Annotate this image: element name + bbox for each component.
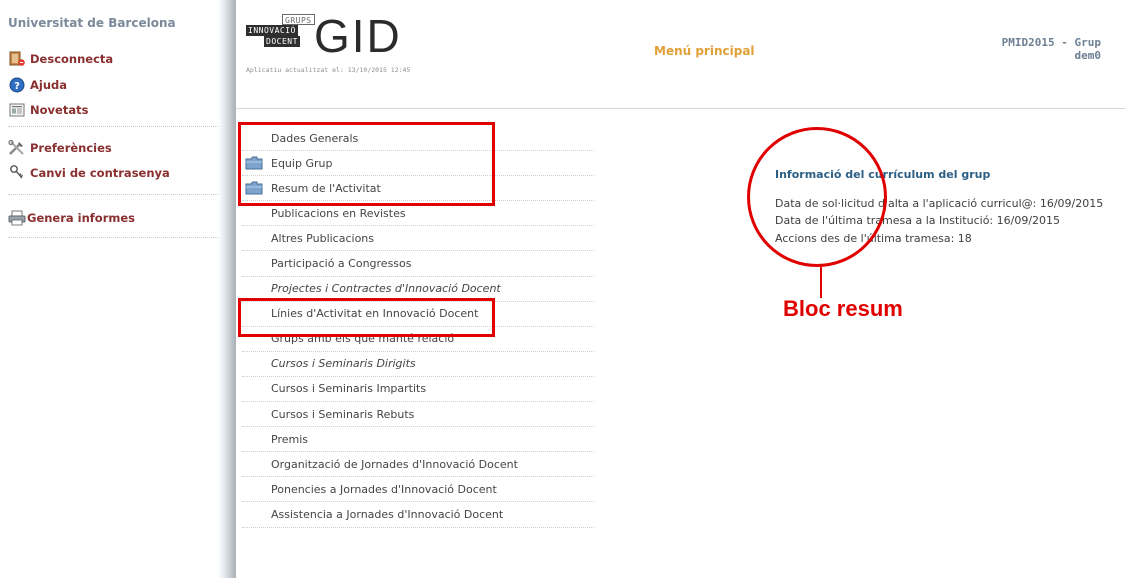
annotation-label: Bloc resum bbox=[783, 296, 903, 321]
sidebar-link-help[interactable]: ? Ajuda bbox=[8, 76, 67, 94]
menu-item-label: Cursos i Seminaris Impartits bbox=[271, 382, 427, 396]
news-icon bbox=[8, 102, 26, 118]
menu-item-label: Altres Publicacions bbox=[271, 231, 375, 245]
sidebar-shadow bbox=[218, 0, 236, 578]
sidebar-divider bbox=[8, 194, 218, 195]
menu-item-ponencies-jornades[interactable]: Ponencies a Jornades d'Innovació Docent bbox=[242, 477, 594, 503]
logo-text-docent: DOCENT bbox=[264, 36, 300, 47]
sidebar-link-news[interactable]: Novetats bbox=[8, 101, 88, 119]
menu-item-label: Projectes i Contractes d'Innovació Docen… bbox=[271, 282, 501, 296]
sidebar-link-label: Novetats bbox=[30, 103, 89, 117]
menu-item-cursos-dirigits[interactable]: Cursos i Seminaris Dirigits bbox=[242, 352, 594, 377]
university-title: Universitat de Barcelona bbox=[8, 16, 176, 30]
key-icon bbox=[8, 165, 26, 181]
annotation-circle bbox=[747, 127, 887, 267]
help-icon: ? bbox=[8, 77, 26, 93]
menu-item-label: Publicacions en Revistes bbox=[271, 206, 406, 220]
sidebar-link-preferences[interactable]: Preferències bbox=[8, 139, 112, 157]
sidebar-link-label: Canvi de contrasenya bbox=[30, 166, 170, 180]
logo-text-innovacio: INNOVACIÓ bbox=[246, 25, 298, 36]
sidebar-link-label: Genera informes bbox=[27, 211, 135, 225]
annotation-highlight-box bbox=[238, 298, 495, 337]
menu-item-label: Organització de Jornades d'Innovació Doc… bbox=[271, 457, 518, 471]
project-line-1: PMID2015 - Grup bbox=[1001, 36, 1101, 49]
tools-icon bbox=[8, 140, 26, 156]
svg-text:?: ? bbox=[14, 81, 20, 92]
sidebar: Universitat de Barcelona Desconnecta ? A… bbox=[0, 0, 218, 578]
sidebar-divider bbox=[8, 237, 218, 238]
logo-acronym: GID bbox=[314, 10, 402, 62]
menu-item-cursos-rebuts[interactable]: Cursos i Seminaris Rebuts bbox=[242, 402, 594, 428]
sidebar-link-disconnect[interactable]: Desconnecta bbox=[8, 50, 113, 68]
menu-item-assistencia-jornades[interactable]: Assistencia a Jornades d'Innovació Docen… bbox=[242, 502, 594, 528]
menu-item-participacio-congressos[interactable]: Participació a Congressos bbox=[242, 251, 594, 277]
header-divider bbox=[236, 108, 1126, 109]
sidebar-link-label: Preferències bbox=[30, 141, 112, 155]
sidebar-divider bbox=[8, 126, 218, 127]
logout-icon bbox=[8, 51, 26, 67]
menu-item-label: Ponencies a Jornades d'Innovació Docent bbox=[271, 482, 497, 496]
menu-item-premis[interactable]: Premis bbox=[242, 427, 594, 453]
sidebar-link-generate-reports[interactable]: Genera informes bbox=[8, 209, 135, 227]
menu-item-altres-publicacions[interactable]: Altres Publicacions bbox=[242, 226, 594, 252]
menu-item-label: Participació a Congressos bbox=[271, 257, 412, 271]
sidebar-link-label: Ajuda bbox=[30, 78, 68, 92]
app-updated-text: Aplicatiu actualitzat el: 13/10/2015 12:… bbox=[246, 66, 411, 74]
sidebar-link-change-password[interactable]: Canvi de contrasenya bbox=[8, 164, 170, 182]
project-line-2: dem0 bbox=[1074, 49, 1102, 62]
menu-item-organitzacio-jornades[interactable]: Organització de Jornades d'Innovació Doc… bbox=[242, 452, 594, 478]
logo-text-grups: GRUPS bbox=[282, 14, 315, 25]
main-menu-title: Menú principal bbox=[654, 44, 755, 58]
menu-item-label: Premis bbox=[271, 432, 308, 446]
menu-item-label: Cursos i Seminaris Rebuts bbox=[271, 407, 415, 421]
sidebar-link-label: Desconnecta bbox=[30, 52, 114, 66]
menu-item-cursos-impartits[interactable]: Cursos i Seminaris Impartits bbox=[242, 377, 594, 403]
printer-icon bbox=[8, 210, 26, 226]
annotation-highlight-box bbox=[238, 122, 495, 206]
menu-item-label: Assistencia a Jornades d'Innovació Docen… bbox=[271, 507, 504, 521]
menu-item-label: Cursos i Seminaris Dirigits bbox=[271, 357, 416, 371]
project-id: PMID2015 - Grup dem0 bbox=[1002, 36, 1101, 62]
annotation-pointer-line bbox=[820, 266, 822, 298]
